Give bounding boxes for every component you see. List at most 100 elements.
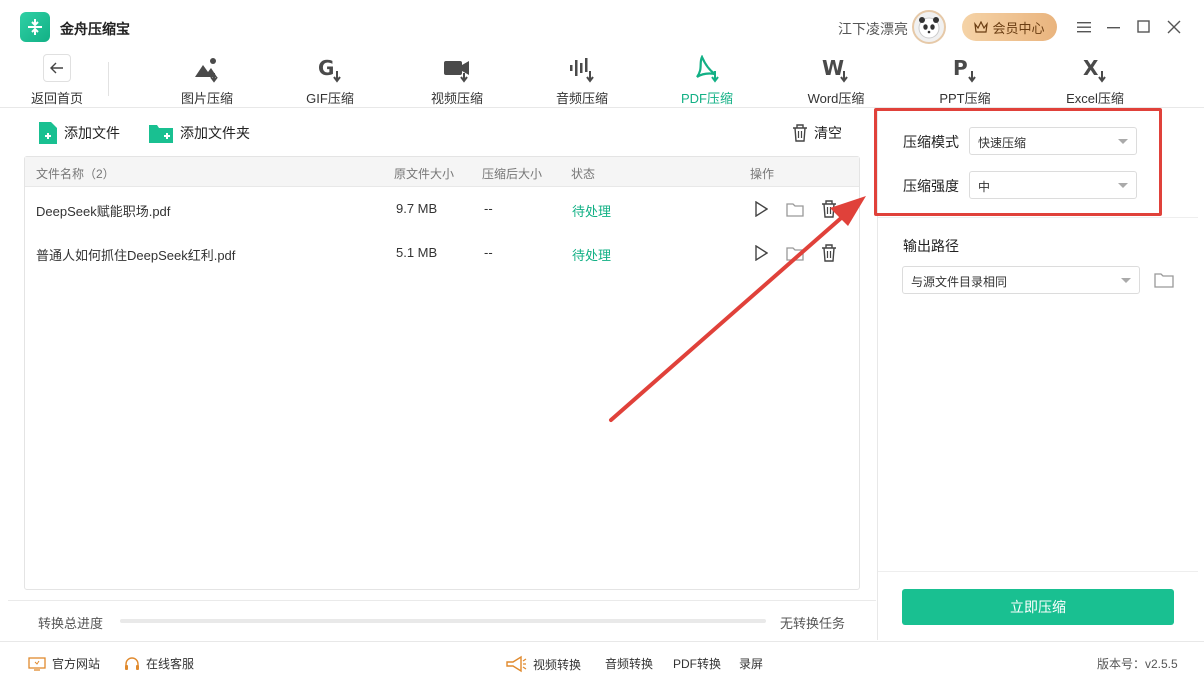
audio-convert-link[interactable]: 音频转换 — [605, 655, 653, 672]
table-header: 文件名称（2） 原文件大小 压缩后大小 状态 操作 — [25, 157, 859, 187]
tab-excel-compress[interactable]: X Excel压缩 — [1040, 54, 1150, 108]
row-actions — [751, 199, 839, 219]
maximize-icon — [1137, 20, 1150, 33]
table-row[interactable]: DeepSeek赋能职场.pdf 9.7 MB -- 待处理 — [25, 187, 859, 231]
menu-button[interactable] — [1073, 16, 1095, 38]
audio-compress-icon — [568, 54, 596, 84]
mode-value: 快速压缩 — [978, 136, 1027, 150]
word-compress-icon: W — [822, 54, 850, 84]
pdf-convert-label: PDF转换 — [673, 657, 722, 671]
pdf-convert-link[interactable]: PDF转换 — [673, 655, 721, 672]
maximize-button[interactable] — [1133, 16, 1155, 38]
mode-select[interactable]: 快速压缩 — [969, 127, 1137, 155]
tab-label: PPT压缩 — [939, 91, 991, 106]
play-icon — [755, 245, 768, 261]
play-button[interactable] — [751, 243, 771, 263]
play-icon — [755, 201, 768, 217]
minimize-button[interactable] — [1103, 16, 1125, 38]
file-name: DeepSeek赋能职场.pdf — [36, 204, 171, 219]
add-folder-button[interactable]: 添加文件夹 — [148, 120, 250, 146]
svg-text:W: W — [822, 56, 844, 80]
panda-avatar-icon — [918, 17, 940, 39]
excel-compress-icon: X — [1081, 54, 1109, 84]
online-support-link[interactable]: 在线客服 — [124, 655, 194, 672]
tab-label: GIF压缩 — [306, 91, 354, 106]
app-title: 金舟压缩宝 — [60, 21, 130, 37]
header-name: 文件名称（2） — [36, 167, 115, 181]
compress-now-button[interactable]: 立即压缩 — [902, 589, 1174, 625]
trash-icon — [822, 200, 836, 218]
close-button[interactable] — [1163, 16, 1185, 38]
user-name[interactable]: 江下凌漂亮 — [838, 19, 908, 39]
trash-icon — [822, 244, 836, 262]
tab-ppt-compress[interactable]: P PPT压缩 — [910, 54, 1020, 108]
orig-size: 9.7 MB — [396, 201, 438, 216]
image-compress-icon — [193, 54, 221, 84]
official-website-link[interactable]: 官方网站 — [28, 655, 100, 672]
open-folder-button[interactable] — [785, 243, 805, 263]
output-path-select[interactable]: 与源文件目录相同 — [902, 266, 1140, 294]
avatar[interactable] — [912, 10, 946, 44]
header-ops: 操作 — [750, 167, 775, 181]
close-icon — [1167, 20, 1181, 34]
hamburger-icon — [1077, 22, 1091, 33]
video-convert-label: 视频转换 — [533, 657, 582, 672]
website-label: 官方网站 — [52, 657, 101, 671]
screen-record-link[interactable]: 录屏 — [739, 655, 763, 672]
progress-label: 转换总进度 — [38, 616, 104, 631]
delete-button[interactable] — [819, 199, 839, 219]
file-panel: 添加文件 添加文件夹 清空 文件名称（2） 原文件大小 压缩后大小 状态 操作 … — [8, 108, 876, 640]
status-text: 待处理 — [572, 204, 612, 219]
add-file-button[interactable]: 添加文件 — [38, 120, 120, 146]
progress-area: 转换总进度 无转换任务 — [8, 600, 876, 640]
headset-icon — [125, 656, 139, 670]
video-convert-link[interactable]: 视频转换 — [505, 655, 581, 673]
tab-label: PDF压缩 — [680, 91, 733, 106]
browse-folder-button[interactable] — [1152, 268, 1176, 292]
compress-logo-icon — [28, 19, 42, 35]
strength-select[interactable]: 中 — [969, 171, 1137, 199]
ppt-compress-icon: P — [951, 54, 979, 84]
minimize-icon — [1107, 27, 1120, 29]
back-home-button[interactable]: 返回首页 — [28, 54, 86, 108]
tab-image-compress[interactable]: 图片压缩 — [152, 54, 262, 108]
pdf-compress-icon — [693, 54, 721, 84]
back-arrow-box — [43, 54, 71, 82]
tab-audio-compress[interactable]: 音频压缩 — [527, 54, 637, 108]
header-compressed-size: 压缩后大小 — [482, 167, 543, 181]
gif-compress-icon: G — [316, 54, 344, 84]
svg-text:G: G — [318, 56, 334, 80]
tab-label: Excel压缩 — [1066, 91, 1124, 106]
vip-center-button[interactable]: 会员中心 — [962, 13, 1057, 41]
svg-text:X: X — [1083, 56, 1099, 80]
tab-gif-compress[interactable]: G GIF压缩 — [275, 54, 385, 108]
clear-button[interactable]: 清空 — [792, 120, 842, 146]
mode-label: 压缩模式 — [903, 134, 959, 150]
folder-icon — [1154, 273, 1174, 288]
clear-label: 清空 — [814, 125, 842, 141]
chevron-down-icon — [1121, 278, 1131, 283]
file-table: 文件名称（2） 原文件大小 压缩后大小 状态 操作 DeepSeek赋能职场.p… — [24, 156, 860, 590]
version-text: 版本号：v2.5.5 — [1097, 657, 1178, 671]
record-label: 录屏 — [739, 657, 764, 671]
tab-label: 图片压缩 — [180, 91, 233, 106]
crown-icon — [974, 21, 989, 33]
tab-label: 视频压缩 — [430, 91, 483, 106]
status-text: 待处理 — [572, 248, 612, 263]
app-logo — [20, 12, 50, 42]
open-folder-button[interactable] — [785, 199, 805, 219]
tab-pdf-compress[interactable]: PDF压缩 — [652, 54, 762, 108]
compressed-size: -- — [484, 201, 493, 216]
footer: 官方网站 在线客服 视频转换 音频转换 PDF转换 录屏 版本号：v2.5.5 — [0, 641, 1204, 688]
action-bar: 添加文件 添加文件夹 清空 — [8, 108, 876, 156]
delete-button[interactable] — [819, 243, 839, 263]
table-row[interactable]: 普通人如何抓住DeepSeek红利.pdf 5.1 MB -- 待处理 — [25, 231, 859, 275]
svg-text:P: P — [953, 56, 968, 80]
output-value: 与源文件目录相同 — [911, 275, 1008, 289]
play-button[interactable] — [751, 199, 771, 219]
strength-value: 中 — [978, 180, 991, 194]
tab-word-compress[interactable]: W Word压缩 — [781, 54, 891, 108]
tab-video-compress[interactable]: 视频压缩 — [402, 54, 512, 108]
trash-icon — [793, 124, 807, 142]
compress-area: 立即压缩 — [878, 571, 1198, 640]
